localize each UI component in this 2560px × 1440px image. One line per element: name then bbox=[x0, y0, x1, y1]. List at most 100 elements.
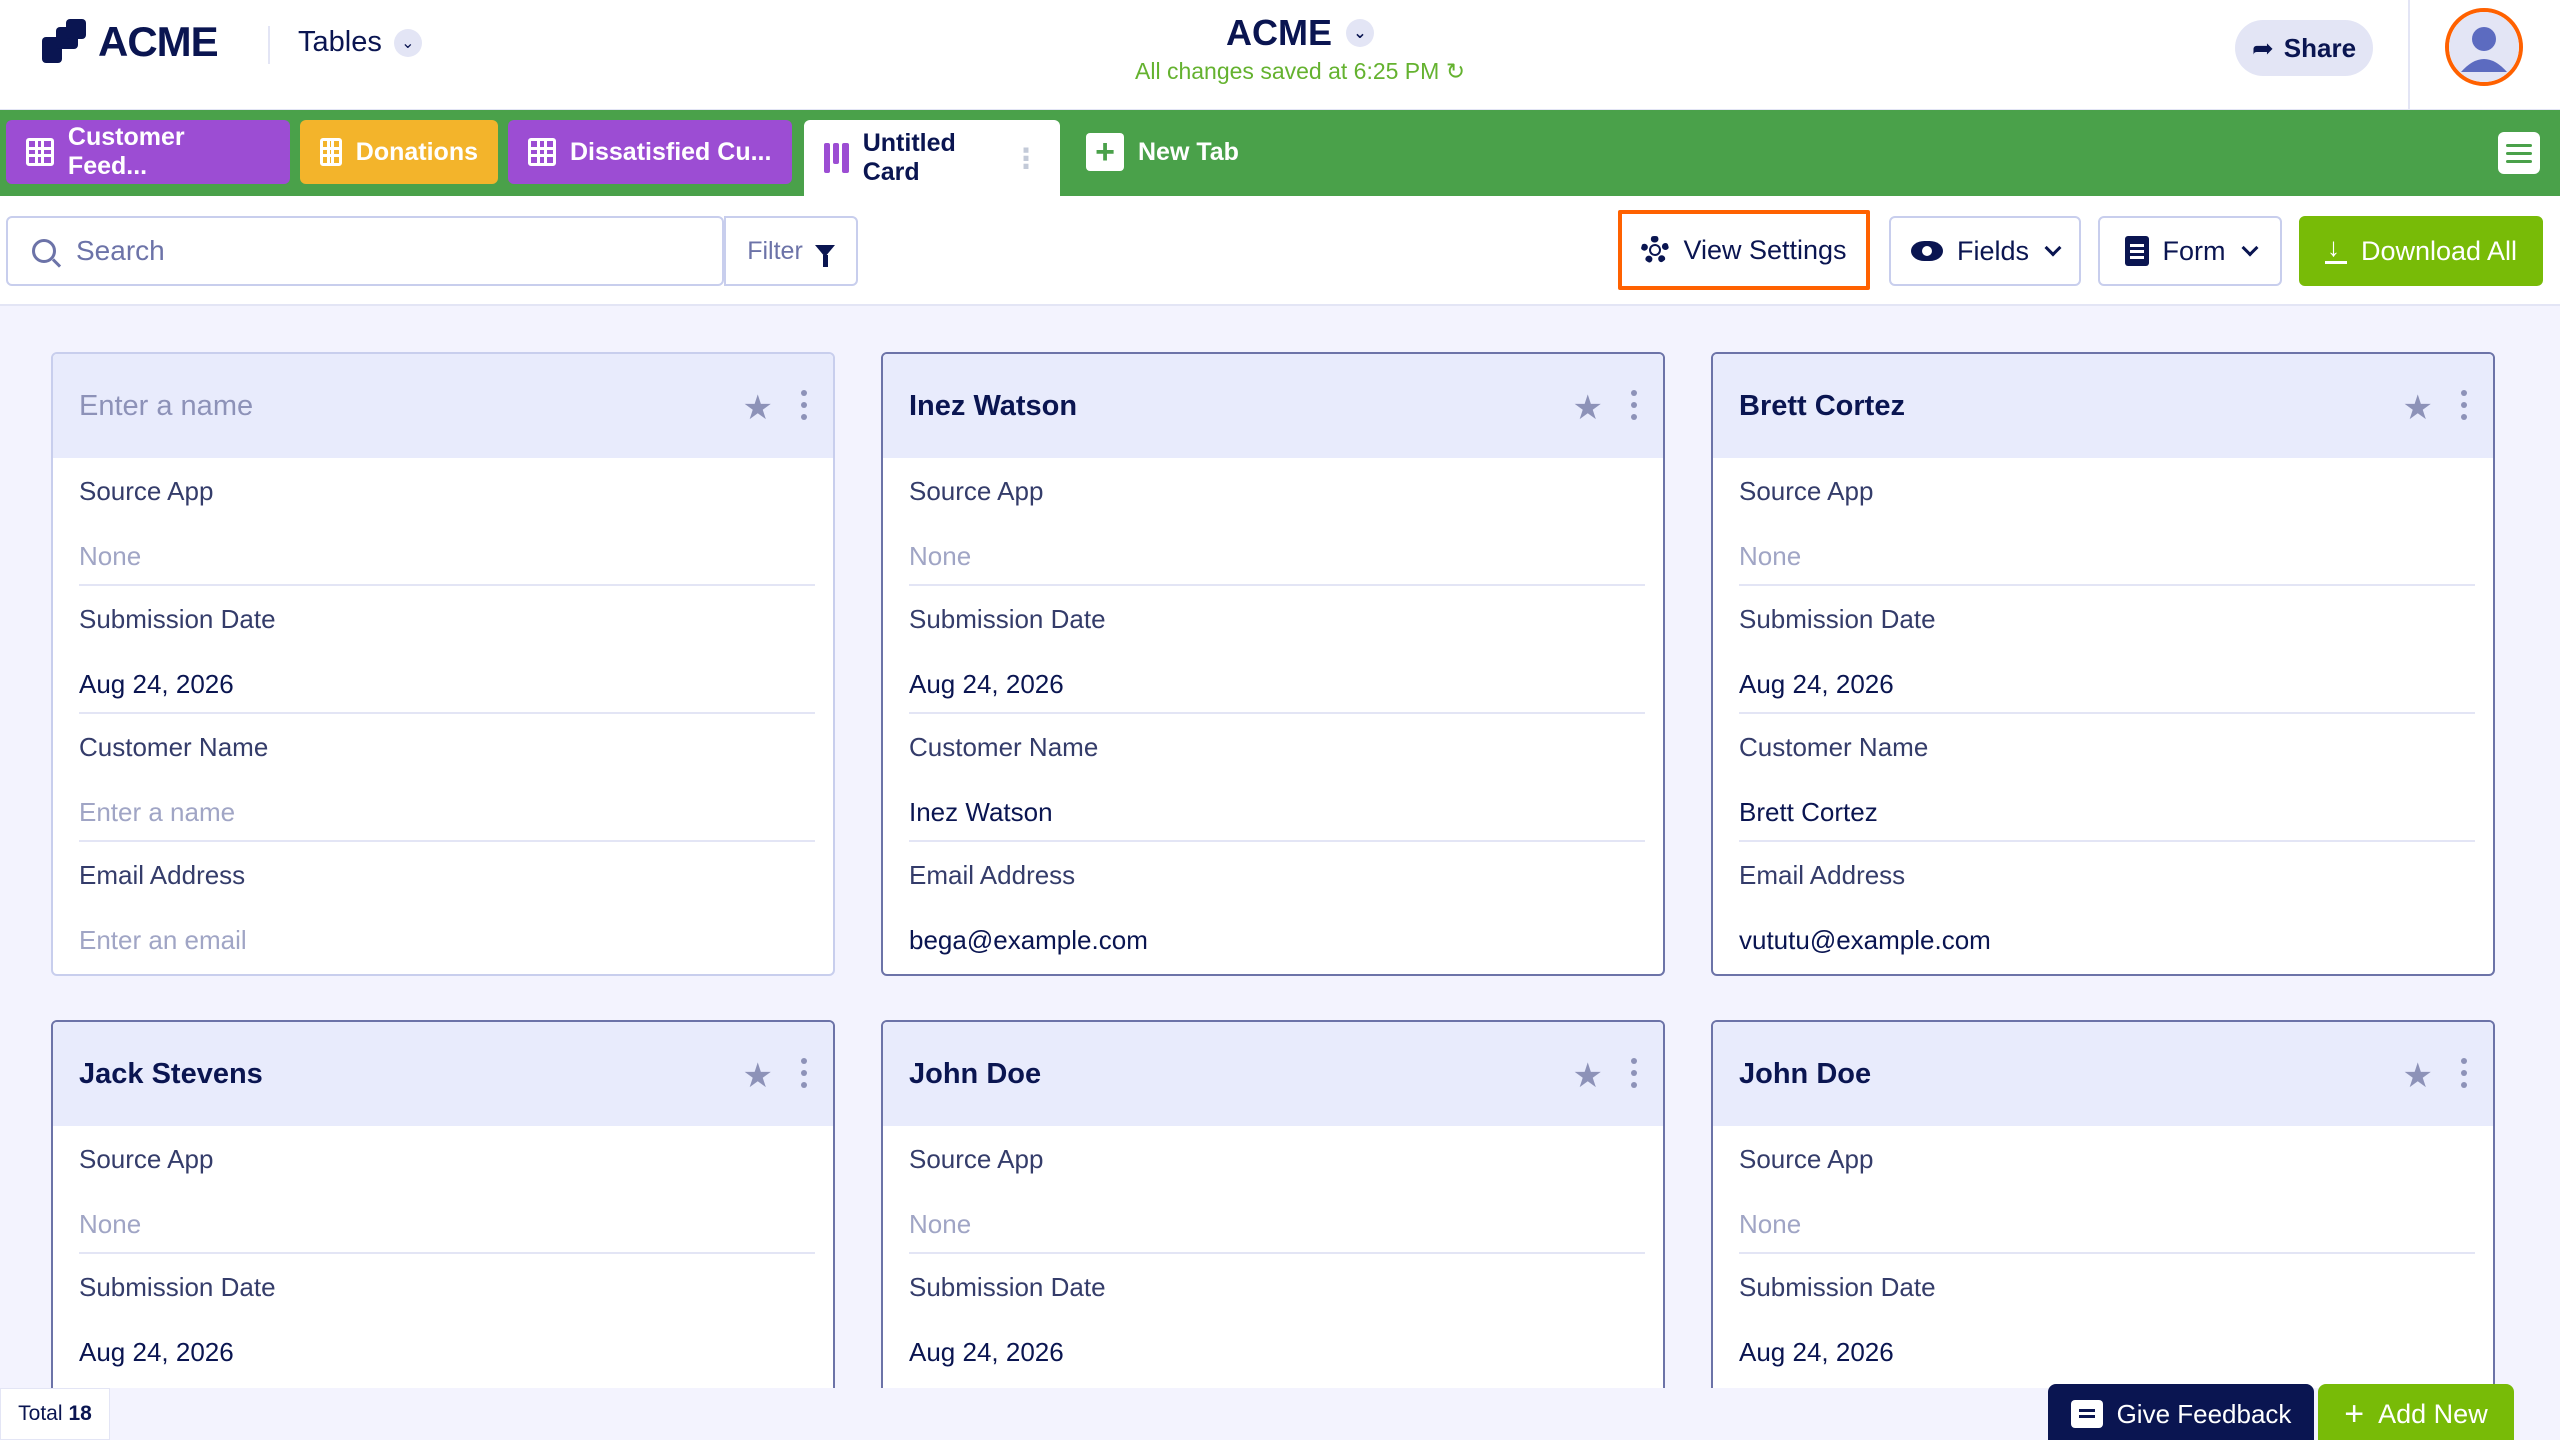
field-customer-name: Customer Name Brett Cortez bbox=[1739, 714, 2475, 842]
acme-logo[interactable]: ACME bbox=[42, 18, 219, 66]
field-value[interactable]: vututu@example.com bbox=[1739, 925, 2475, 956]
tab-bar: Customer Feed... Donations Dissatisfied … bbox=[0, 110, 2560, 196]
field-value[interactable]: Aug 24, 2026 bbox=[1739, 1337, 2475, 1368]
card-title[interactable]: Jack Stevens bbox=[79, 1058, 263, 1091]
avatar[interactable] bbox=[2445, 8, 2523, 86]
menu-icon[interactable] bbox=[2498, 132, 2540, 174]
record-card[interactable]: Jack Stevens ★ Source App None Submissio… bbox=[51, 1020, 835, 1388]
add-new-button[interactable]: + Add New bbox=[2318, 1384, 2514, 1440]
field-value[interactable]: Enter an email bbox=[79, 925, 815, 956]
field-value[interactable]: Aug 24, 2026 bbox=[79, 669, 815, 700]
tables-menu[interactable]: Tables ⌄ bbox=[298, 26, 422, 59]
eye-icon bbox=[1910, 241, 1943, 261]
field-label: Source App bbox=[1739, 476, 1874, 506]
field-value[interactable]: bega@example.com bbox=[909, 925, 1645, 956]
card-title[interactable]: John Doe bbox=[1739, 1058, 1871, 1091]
tab-dissatisfied-customers[interactable]: Dissatisfied Cu... bbox=[508, 120, 792, 184]
field-label: Customer Name bbox=[909, 732, 1099, 762]
record-card[interactable]: John Doe ★ Source App None Submission Da… bbox=[1711, 1020, 2495, 1388]
record-card[interactable]: John Doe ★ Source App None Submission Da… bbox=[881, 1020, 1665, 1388]
field-value[interactable]: Enter a name bbox=[79, 797, 815, 828]
field-label: Submission Date bbox=[1739, 604, 1936, 634]
download-all-button[interactable]: Download All bbox=[2299, 216, 2543, 286]
saved-status: All changes saved at 6:25 PM ↻ bbox=[1100, 58, 1500, 85]
view-settings-label: View Settings bbox=[1683, 234, 1847, 265]
field-submission-date: Submission Date Aug 24, 2026 bbox=[79, 1254, 815, 1382]
tab-options-icon[interactable]: ⋮ bbox=[1012, 142, 1040, 175]
more-options-icon[interactable] bbox=[801, 1058, 807, 1088]
record-card[interactable]: Brett Cortez ★ Source App None Submissio… bbox=[1711, 352, 2495, 976]
filter-button[interactable]: Filter bbox=[724, 216, 858, 286]
field-label: Source App bbox=[79, 1144, 214, 1174]
header-divider bbox=[268, 26, 270, 64]
card-header: John Doe ★ bbox=[1713, 1022, 2493, 1126]
more-options-icon[interactable] bbox=[801, 390, 807, 420]
field-label: Email Address bbox=[1739, 860, 1906, 890]
card-title[interactable]: Inez Watson bbox=[909, 390, 1077, 423]
view-settings-button[interactable]: View Settings bbox=[1618, 210, 1870, 290]
star-icon[interactable]: ★ bbox=[2403, 388, 2433, 428]
more-options-icon[interactable] bbox=[1631, 390, 1637, 420]
field-value[interactable]: Aug 24, 2026 bbox=[1739, 669, 2475, 700]
field-label: Source App bbox=[79, 476, 214, 506]
tab-label: Dissatisfied Cu... bbox=[570, 137, 772, 166]
field-value[interactable]: None bbox=[79, 541, 815, 572]
field-label: Customer Name bbox=[1739, 732, 1929, 762]
field-value[interactable]: Brett Cortez bbox=[1739, 797, 2475, 828]
field-value[interactable]: None bbox=[909, 1209, 1645, 1240]
field-customer-name: Customer Name Enter a name bbox=[79, 714, 815, 842]
download-all-label: Download All bbox=[2360, 235, 2518, 266]
give-feedback-button[interactable]: Give Feedback bbox=[2048, 1384, 2314, 1440]
card-title[interactable]: Enter a name bbox=[79, 390, 253, 423]
field-value[interactable]: Inez Watson bbox=[909, 797, 1645, 828]
search-icon bbox=[32, 239, 56, 263]
star-icon[interactable]: ★ bbox=[743, 1056, 773, 1096]
field-value[interactable]: Aug 24, 2026 bbox=[909, 1337, 1645, 1368]
add-new-label: Add New bbox=[2378, 1398, 2488, 1429]
total-label: Total bbox=[18, 1402, 63, 1425]
fields-button[interactable]: Fields bbox=[1889, 216, 2081, 286]
field-customer-name: Customer Name Inez Watson bbox=[909, 714, 1645, 842]
fields-button-label: Fields bbox=[1956, 235, 2030, 266]
record-card[interactable]: Enter a name ★ Source App None Submissio… bbox=[51, 352, 835, 976]
tab-customer-feedback[interactable]: Customer Feed... bbox=[6, 120, 290, 184]
more-options-icon[interactable] bbox=[2461, 1058, 2467, 1088]
star-icon[interactable]: ★ bbox=[1573, 1056, 1603, 1096]
header-divider bbox=[2408, 0, 2410, 110]
search-input[interactable] bbox=[76, 235, 676, 267]
more-options-icon[interactable] bbox=[2461, 390, 2467, 420]
toolbar: Filter View Settings Fields Form Downloa… bbox=[0, 196, 2560, 306]
star-icon[interactable]: ★ bbox=[2403, 1056, 2433, 1096]
card-title[interactable]: John Doe bbox=[909, 1058, 1041, 1091]
field-value[interactable]: Aug 24, 2026 bbox=[79, 1337, 815, 1368]
app-title[interactable]: ACME ⌄ bbox=[1100, 12, 1500, 54]
field-value[interactable]: None bbox=[79, 1209, 815, 1240]
field-submission-date: Submission Date Aug 24, 2026 bbox=[909, 1254, 1645, 1382]
field-value[interactable]: Aug 24, 2026 bbox=[909, 669, 1645, 700]
form-button[interactable]: Form bbox=[2098, 216, 2282, 286]
card-grid: Enter a name ★ Source App None Submissio… bbox=[0, 306, 2560, 1388]
field-label: Source App bbox=[1739, 1144, 1874, 1174]
star-icon[interactable]: ★ bbox=[743, 388, 773, 428]
acme-logo-icon bbox=[42, 19, 88, 65]
share-button-label: Share bbox=[2283, 32, 2357, 63]
share-button[interactable]: ➦ Share bbox=[2235, 20, 2373, 76]
card-title[interactable]: Brett Cortez bbox=[1739, 390, 1905, 423]
form-icon bbox=[2124, 236, 2149, 266]
field-email-address: Email Address bega@example.com bbox=[909, 842, 1645, 970]
star-icon[interactable]: ★ bbox=[1573, 388, 1603, 428]
field-email-address: Email Address vututu@example.com bbox=[1739, 842, 2475, 970]
record-card[interactable]: Inez Watson ★ Source App None Submission… bbox=[881, 352, 1665, 976]
more-options-icon[interactable] bbox=[1631, 1058, 1637, 1088]
tab-untitled-card[interactable]: Untitled Card ⋮ bbox=[804, 120, 1060, 196]
table-grid-icon bbox=[320, 138, 342, 166]
field-value[interactable]: None bbox=[1739, 541, 2475, 572]
field-value[interactable]: None bbox=[1739, 1209, 2475, 1240]
field-value[interactable]: None bbox=[909, 541, 1645, 572]
tab-donations[interactable]: Donations bbox=[300, 120, 498, 184]
new-tab-button[interactable]: + New Tab bbox=[1066, 120, 1266, 184]
form-button-label: Form bbox=[2162, 235, 2226, 266]
field-label: Submission Date bbox=[79, 604, 276, 634]
tab-label: Untitled Card bbox=[862, 129, 956, 186]
search-box bbox=[6, 216, 724, 286]
